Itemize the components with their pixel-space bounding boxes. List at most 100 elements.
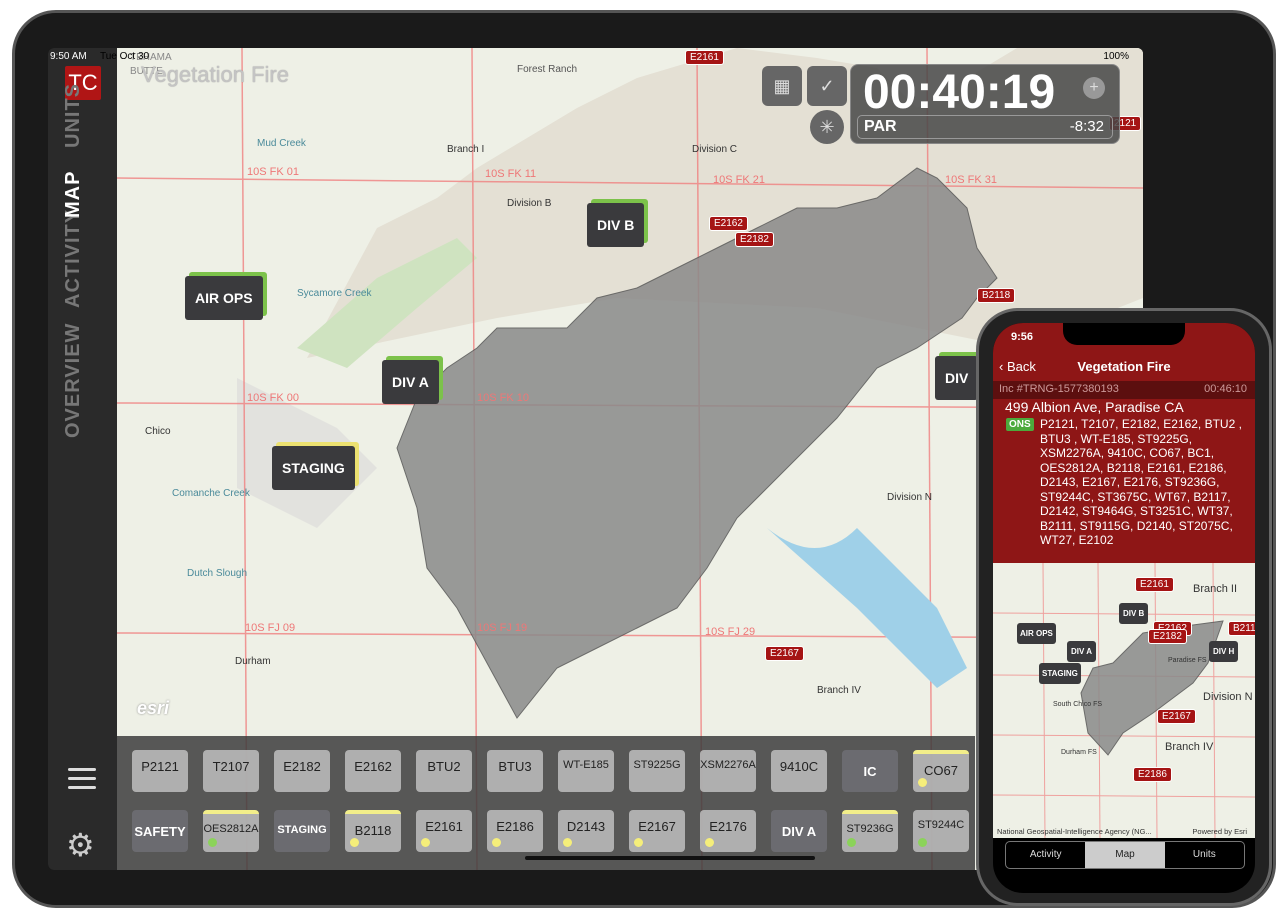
unit-tile[interactable]: IC bbox=[842, 750, 898, 792]
map-place: Division C bbox=[692, 144, 738, 155]
unit-tray: P2121 T2107 E2182 E2162 BTU2 BTU3 WT-E185 ST922… bbox=[117, 736, 975, 870]
map-place: Division N bbox=[1203, 691, 1253, 703]
status-time: 9:50 AM bbox=[50, 51, 87, 62]
division-marker[interactable]: DIV bbox=[935, 356, 979, 400]
unit-tile[interactable]: SAFETY bbox=[132, 810, 188, 852]
unit-label: B2118 bbox=[354, 823, 392, 838]
map-place: Division N bbox=[887, 492, 933, 503]
unit-label: IC bbox=[863, 764, 877, 779]
unit-tile[interactable]: ST9236G bbox=[842, 810, 898, 852]
grid-label: 10S FJ 29 bbox=[705, 626, 756, 638]
unit-tile[interactable]: P2121 bbox=[132, 750, 188, 792]
tab-map[interactable]: Map bbox=[1085, 842, 1165, 868]
unit-marker[interactable]: E2161 bbox=[685, 50, 724, 65]
unit-marker[interactable]: B2118 bbox=[977, 288, 1016, 303]
unit-label: 9410C bbox=[779, 759, 819, 774]
tab-activity[interactable]: Activity bbox=[1006, 842, 1085, 868]
tab-units[interactable]: Units bbox=[1165, 842, 1244, 868]
unit-tile[interactable]: ST9225G bbox=[629, 750, 685, 792]
division-marker[interactable]: DIV B bbox=[1119, 603, 1149, 624]
unit-tile[interactable]: E2182 bbox=[274, 750, 330, 792]
map-icon[interactable]: ▦ bbox=[762, 66, 802, 106]
map-place: Durham FS bbox=[1061, 749, 1097, 756]
unit-tile[interactable]: OES2812A bbox=[203, 810, 259, 852]
map-place: Branch II bbox=[1193, 583, 1238, 595]
status-dot bbox=[421, 838, 430, 847]
status-badge: ONS bbox=[1006, 418, 1034, 431]
check-icon[interactable]: ✓ bbox=[807, 66, 847, 106]
unit-tile[interactable]: B2118 bbox=[345, 810, 401, 852]
nav-activity[interactable]: ACTIVITY bbox=[62, 209, 85, 308]
status-dot bbox=[705, 838, 714, 847]
map-place: Branch I bbox=[447, 144, 485, 155]
unit-label: BTU2 bbox=[427, 759, 461, 774]
map-place: Durham bbox=[235, 656, 271, 667]
par-timer[interactable]: PAR -8:32 bbox=[857, 115, 1113, 139]
unit-tile[interactable]: STAGING bbox=[274, 810, 330, 852]
plus-icon[interactable]: + bbox=[1083, 77, 1105, 99]
nav-overview[interactable]: OVERVIEW bbox=[62, 323, 85, 438]
division-marker[interactable]: STAGING bbox=[272, 446, 355, 490]
nav-map[interactable]: MAP bbox=[62, 171, 85, 218]
unit-marker[interactable]: E2162 bbox=[709, 216, 748, 231]
assigned-units: P2121, T2107, E2182, E2162, BTU2 , BTU3 … bbox=[1040, 417, 1242, 547]
map-place: South Chico FS bbox=[1053, 701, 1103, 708]
unit-label: D2143 bbox=[566, 819, 606, 834]
unit-marker[interactable]: E2182 bbox=[735, 232, 774, 247]
incident-elapsed: 00:46:10 bbox=[1204, 383, 1247, 395]
unit-tile[interactable]: 9410C bbox=[771, 750, 827, 792]
status-dot bbox=[492, 838, 501, 847]
unit-tile[interactable]: BTU3 bbox=[487, 750, 543, 792]
unit-tile[interactable]: DIV A bbox=[771, 810, 827, 852]
unit-label: E2176 bbox=[709, 819, 747, 834]
unit-tile[interactable]: BTU2 bbox=[416, 750, 472, 792]
division-marker[interactable]: DIV B bbox=[587, 203, 645, 247]
unit-tile[interactable]: E2161 bbox=[416, 810, 472, 852]
unit-marker[interactable]: E2161 bbox=[1135, 577, 1174, 592]
unit-marker[interactable]: E2186 bbox=[1133, 767, 1172, 782]
division-marker[interactable]: DIV H bbox=[1209, 641, 1239, 662]
unit-label: E2182 bbox=[283, 759, 321, 774]
phone-map[interactable]: E2161 E2162 E2182 B2118 E2167 E2186 AIR … bbox=[993, 563, 1255, 838]
unit-tile[interactable]: E2167 bbox=[629, 810, 685, 852]
division-marker[interactable]: DIV A bbox=[382, 360, 439, 404]
status-dot bbox=[918, 838, 927, 847]
unit-tile[interactable]: D2143 bbox=[558, 810, 614, 852]
phone-tab-bar: Activity Map Units bbox=[1005, 841, 1245, 869]
division-marker[interactable]: AIR OPS bbox=[185, 276, 263, 320]
division-marker[interactable]: AIR OPS bbox=[1017, 623, 1056, 644]
unit-marker[interactable]: E2167 bbox=[765, 646, 804, 661]
unit-marker[interactable]: E2182 bbox=[1148, 629, 1187, 644]
unit-tile[interactable]: T2107 bbox=[203, 750, 259, 792]
division-marker[interactable]: DIV A bbox=[1067, 641, 1097, 662]
grid-label: 10S FJ 19 bbox=[477, 622, 528, 634]
map-place: Mud Creek bbox=[257, 138, 306, 149]
map-attribution: National Geospatial-Intelligence Agency … bbox=[997, 827, 1152, 836]
unit-tile[interactable]: WT-E185 bbox=[558, 750, 614, 792]
menu-icon[interactable] bbox=[68, 768, 96, 790]
phone-screen: 9:56 ‹ Back Vegetation Fire Inc #TRNG-15… bbox=[993, 323, 1255, 893]
unit-label: E2167 bbox=[638, 819, 676, 834]
unit-marker[interactable]: E2167 bbox=[1157, 709, 1196, 724]
unit-tile[interactable]: E2162 bbox=[345, 750, 401, 792]
incident-timer[interactable]: 00:40:19 + PAR -8:32 bbox=[850, 64, 1120, 144]
status-dot bbox=[563, 838, 572, 847]
status-dot bbox=[634, 838, 643, 847]
unit-label: E2162 bbox=[354, 759, 392, 774]
unit-tile[interactable]: ST9244C bbox=[913, 810, 969, 852]
unit-tile[interactable]: E2186 bbox=[487, 810, 543, 852]
division-marker[interactable]: STAGING bbox=[1039, 663, 1081, 684]
gear-icon[interactable]: ⚙ bbox=[66, 826, 95, 864]
grid-label: 10S FK 10 bbox=[477, 392, 529, 404]
nav-units[interactable]: UNITS bbox=[62, 83, 85, 148]
unit-marker[interactable]: B2118 bbox=[1228, 621, 1255, 636]
grid-label: 10S FK 11 bbox=[485, 168, 537, 180]
collapse-icon[interactable]: ✳ bbox=[810, 110, 844, 144]
unit-label: CO67 bbox=[924, 763, 958, 778]
elapsed-time: 00:40:19 bbox=[863, 66, 1056, 119]
unit-tile[interactable]: XSM2276A bbox=[700, 750, 756, 792]
unit-label: T2107 bbox=[212, 759, 250, 774]
unit-tile[interactable]: CO67 bbox=[913, 750, 969, 792]
unit-tile[interactable]: E2176 bbox=[700, 810, 756, 852]
grid-label: 10S FJ 09 bbox=[245, 622, 296, 634]
